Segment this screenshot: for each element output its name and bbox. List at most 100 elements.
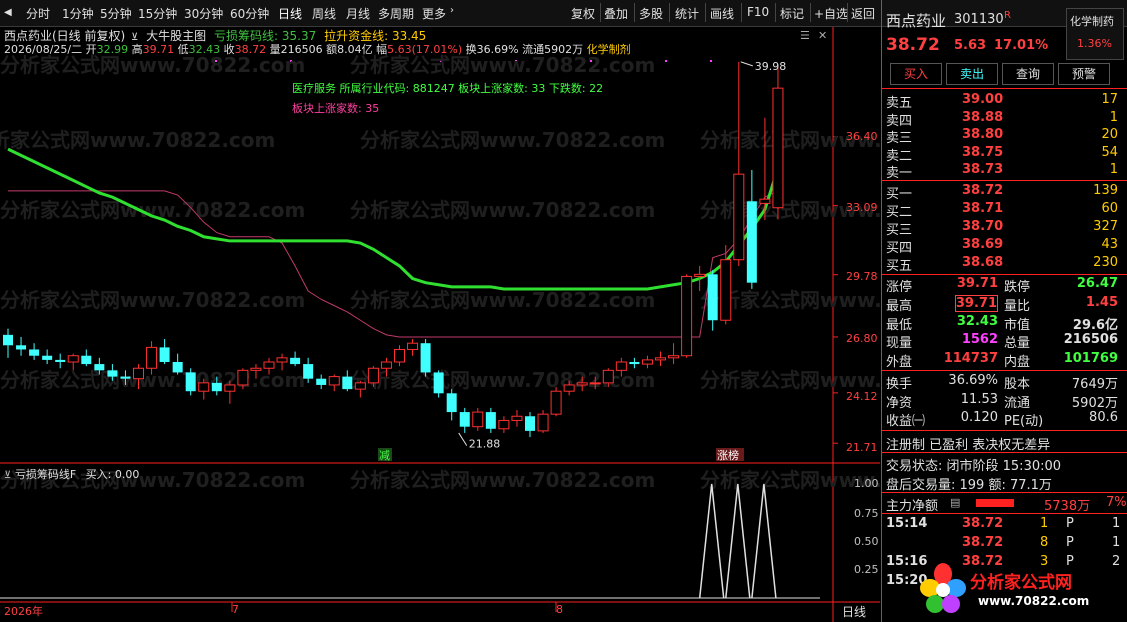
bid-row[interactable]: 买四 38.69 43 bbox=[882, 237, 1127, 256]
period-tab[interactable]: 5分钟 bbox=[100, 5, 132, 22]
chevron-down-icon[interactable]: ⊻ bbox=[4, 470, 11, 481]
candle-body bbox=[316, 378, 327, 385]
sell-button[interactable]: 卖出 bbox=[946, 63, 998, 85]
period-tab[interactable]: 周线 bbox=[312, 5, 336, 22]
ind-y-tick: 0.50 bbox=[854, 535, 879, 548]
fin-label: PE(动) bbox=[1004, 414, 1044, 429]
close-icon[interactable]: ✕ bbox=[818, 29, 827, 42]
indicator-title[interactable]: 亏损筹码线F bbox=[15, 468, 76, 481]
candle-body bbox=[263, 361, 275, 369]
tick-count: 1 bbox=[1112, 516, 1121, 531]
y-tick: 21.71 bbox=[846, 441, 878, 454]
y-tick: 33.09 bbox=[846, 201, 878, 214]
candle-body bbox=[772, 87, 784, 209]
window-icon[interactable]: ☰ bbox=[800, 29, 810, 42]
period-tab-active[interactable]: 日线 bbox=[278, 5, 302, 22]
period-tab[interactable]: 15分钟 bbox=[138, 5, 177, 22]
candle-body bbox=[537, 413, 549, 432]
candle-body bbox=[733, 173, 745, 261]
candle-body bbox=[629, 361, 640, 365]
ask-row[interactable]: 卖四 38.88 1 bbox=[882, 109, 1127, 129]
level-volume: 60 bbox=[1101, 201, 1118, 216]
trade-status: 交易状态: 闭市阶段 15:30:00 bbox=[886, 459, 1062, 474]
candle-body bbox=[185, 372, 196, 392]
divider bbox=[600, 3, 601, 22]
fin-value: 36.69% bbox=[948, 373, 998, 388]
divider bbox=[882, 88, 1127, 89]
candle-body bbox=[668, 355, 680, 359]
list-icon[interactable]: ▤ bbox=[950, 496, 960, 509]
float-value: 5902万 bbox=[544, 43, 584, 56]
concept-box[interactable]: 化学制药 1.36% bbox=[1066, 8, 1124, 60]
toolbar-button[interactable]: 统计 bbox=[675, 5, 699, 22]
fin-label: 股本 bbox=[1004, 377, 1031, 392]
bid-row[interactable]: 买三 38.70 327 bbox=[882, 219, 1127, 238]
chart-grid bbox=[0, 27, 880, 622]
ask-row[interactable]: 卖二 38.75 54 bbox=[882, 145, 1127, 164]
candle-body bbox=[328, 376, 340, 386]
level-price: 38.70 bbox=[962, 219, 1004, 234]
stat-value: 39.71 bbox=[956, 276, 998, 291]
candle-body bbox=[224, 384, 236, 392]
stock-code: 301130 bbox=[954, 12, 1004, 27]
toolbar-button[interactable]: 多股 bbox=[639, 5, 663, 22]
divider bbox=[882, 513, 1127, 514]
add-watchlist-button[interactable]: +自选 bbox=[814, 5, 848, 22]
tick-side: P bbox=[1066, 535, 1074, 550]
toolbar-button[interactable]: F10 bbox=[747, 5, 769, 19]
stat-label: 总量 bbox=[1004, 336, 1031, 352]
candle-body bbox=[420, 343, 431, 373]
level-price: 38.68 bbox=[962, 255, 1004, 270]
level-volume: 1 bbox=[1109, 109, 1118, 125]
ind-y-tick: 1.00 bbox=[854, 477, 879, 490]
ask-row[interactable]: 卖一 38.73 1 bbox=[882, 162, 1127, 181]
period-tab[interactable]: 分时 bbox=[26, 5, 50, 22]
level-volume: 17 bbox=[1101, 92, 1118, 107]
candle-body bbox=[146, 346, 158, 369]
toolbar-button[interactable]: 叠加 bbox=[604, 5, 628, 22]
stat-value: 101769 bbox=[1063, 351, 1118, 367]
period-tab[interactable]: 1分钟 bbox=[62, 5, 94, 22]
query-button[interactable]: 查询 bbox=[1002, 63, 1054, 85]
buy-button[interactable]: 买入 bbox=[890, 63, 942, 85]
period-tab[interactable]: 60分钟 bbox=[230, 5, 269, 22]
ind-y-tick: 0.25 bbox=[854, 563, 879, 576]
alert-button[interactable]: 预警 bbox=[1058, 63, 1110, 85]
stat-value: 29.6亿 bbox=[1072, 317, 1118, 333]
back-button[interactable]: 返回 bbox=[851, 5, 875, 22]
candle-body bbox=[681, 275, 693, 357]
candle-body bbox=[94, 364, 105, 371]
candle-body bbox=[746, 201, 757, 283]
fin-value: 7649万 bbox=[1071, 377, 1118, 392]
industry-annotation: 医疗服务 所属行业代码: 881247 板块上涨家数: 33 下跌数: 22 bbox=[292, 82, 604, 95]
divider bbox=[705, 3, 706, 22]
ask-row[interactable]: 卖五 39.00 17 bbox=[882, 92, 1127, 111]
toolbar-button[interactable]: 标记 bbox=[780, 5, 804, 22]
indicator-spike bbox=[698, 483, 725, 599]
period-tab[interactable]: 月线 bbox=[346, 5, 370, 22]
candle-body bbox=[172, 361, 183, 373]
nav-triangle-icon[interactable]: ◀ bbox=[4, 7, 12, 18]
ask-row[interactable]: 卖三 38.80 20 bbox=[882, 127, 1127, 146]
period-tab[interactable]: 多周期 bbox=[378, 5, 414, 22]
divider bbox=[882, 492, 1127, 493]
date: 2026/08/25/二 bbox=[4, 43, 83, 56]
limit-tag: 涨榜 bbox=[717, 448, 739, 462]
toolbar-button[interactable]: 复权 bbox=[571, 5, 595, 22]
period-label[interactable]: 日线 bbox=[842, 603, 866, 620]
candle-body bbox=[3, 334, 13, 346]
divider bbox=[634, 3, 635, 22]
candle-body bbox=[107, 370, 118, 377]
bid-row[interactable]: 买一 38.72 139 bbox=[882, 183, 1127, 202]
candle-body bbox=[589, 382, 601, 385]
period-tab[interactable]: 30分钟 bbox=[184, 5, 223, 22]
bid-row[interactable]: 买五 38.68 230 bbox=[882, 255, 1127, 274]
tick-volume: 1 bbox=[1040, 516, 1049, 531]
bid-row[interactable]: 买二 38.71 60 bbox=[882, 201, 1127, 220]
kline-chart[interactable]: 分析家公式网www.70822.com 分析家公式网www.70822.com 分析… bbox=[0, 27, 880, 622]
watermark: 分析家公式网www.70822.com bbox=[350, 198, 655, 222]
more-menu[interactable]: 更多 bbox=[422, 5, 446, 22]
candle-body bbox=[707, 274, 718, 321]
toolbar-button[interactable]: 画线 bbox=[710, 5, 734, 22]
level-volume: 139 bbox=[1093, 183, 1118, 198]
